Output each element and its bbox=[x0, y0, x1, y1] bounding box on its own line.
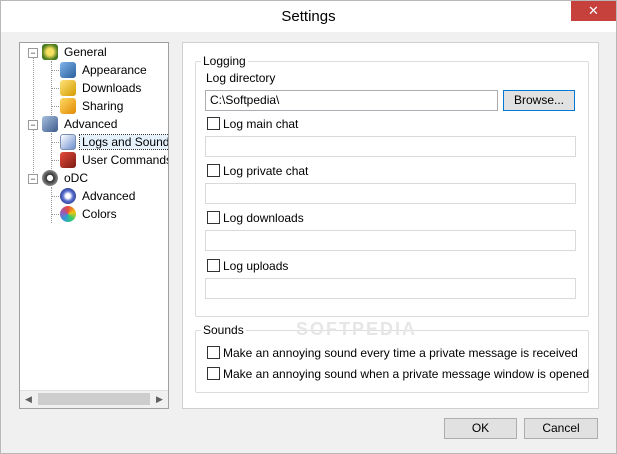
close-button[interactable]: ✕ bbox=[571, 1, 616, 21]
tree-item-downloads[interactable]: Downloads bbox=[60, 79, 143, 97]
colors-icon bbox=[60, 206, 76, 222]
log-main-chat-format-input[interactable] bbox=[205, 136, 576, 157]
tree-item-label: User Commands bbox=[82, 153, 169, 167]
user-commands-icon bbox=[60, 152, 76, 168]
sound-pm-window-checkbox[interactable] bbox=[207, 367, 220, 380]
log-directory-input[interactable]: C:\Softpedia\ bbox=[205, 90, 498, 111]
log-uploads-label: Log uploads bbox=[223, 259, 289, 273]
log-directory-label: Log directory bbox=[206, 71, 276, 85]
ok-button[interactable]: OK bbox=[444, 418, 517, 439]
sharing-icon bbox=[60, 98, 76, 114]
window-title: Settings bbox=[281, 8, 336, 25]
logging-legend: Logging bbox=[201, 54, 248, 68]
log-uploads-checkbox[interactable] bbox=[207, 259, 220, 272]
expander-odc[interactable]: − bbox=[28, 174, 38, 184]
scrollbar-thumb[interactable] bbox=[38, 393, 150, 405]
tree-item-advanced[interactable]: Advanced bbox=[42, 115, 119, 133]
tree-horizontal-scrollbar[interactable]: ◀ ▶ bbox=[20, 390, 168, 408]
scroll-left-icon[interactable]: ◀ bbox=[20, 391, 37, 408]
close-icon: ✕ bbox=[588, 3, 599, 18]
odc-icon bbox=[42, 170, 58, 186]
tree-item-label: Sharing bbox=[82, 99, 124, 113]
softpedia-watermark: SOFTPEDIA bbox=[296, 319, 418, 339]
tree-item-logs-and-sounds[interactable]: Logs and Sounds bbox=[60, 133, 168, 151]
scroll-right-icon[interactable]: ▶ bbox=[151, 391, 168, 408]
log-private-chat-format-input[interactable] bbox=[205, 183, 576, 204]
expander-advanced[interactable]: − bbox=[28, 120, 38, 130]
tree-item-colors[interactable]: Colors bbox=[60, 205, 119, 223]
log-downloads-checkbox[interactable] bbox=[207, 211, 220, 224]
tree-item-label: Appearance bbox=[82, 63, 147, 77]
log-downloads-format-input[interactable] bbox=[205, 230, 576, 251]
tree-item-label: Colors bbox=[82, 207, 117, 221]
appearance-icon bbox=[60, 62, 76, 78]
log-downloads-label: Log downloads bbox=[223, 211, 304, 225]
tree-item-general[interactable]: General bbox=[42, 43, 109, 61]
tree-item-label: Advanced bbox=[64, 117, 118, 131]
settings-tree[interactable]: − − − General Appearance Downloads Shari… bbox=[19, 42, 169, 409]
expander-general[interactable]: − bbox=[28, 48, 38, 58]
log-private-chat-label: Log private chat bbox=[223, 164, 309, 178]
logs-and-sounds-panel: Logging Log directory C:\Softpedia\ Brow… bbox=[182, 42, 599, 409]
tree-item-sharing[interactable]: Sharing bbox=[60, 97, 125, 115]
tree-item-appearance[interactable]: Appearance bbox=[60, 61, 149, 79]
log-main-chat-checkbox[interactable] bbox=[207, 117, 220, 130]
sounds-legend: Sounds bbox=[201, 323, 246, 337]
sound-pm-received-label: Make an annoying sound every time a priv… bbox=[223, 346, 578, 360]
tree-item-label: oDC bbox=[64, 171, 89, 185]
sound-pm-received-checkbox[interactable] bbox=[207, 346, 220, 359]
sound-pm-window-label: Make an annoying sound when a private me… bbox=[223, 367, 590, 381]
title-bar: Settings ✕ bbox=[1, 1, 616, 32]
tree-item-label: Advanced bbox=[82, 189, 136, 203]
tree-item-label: General bbox=[64, 45, 107, 59]
settings-window: Settings ✕ − − − General Appearance Down… bbox=[0, 0, 617, 454]
tree-item-label: Logs and Sounds bbox=[78, 134, 168, 150]
log-main-chat-label: Log main chat bbox=[223, 117, 299, 131]
tree-item-odc-advanced[interactable]: Advanced bbox=[60, 187, 137, 205]
cancel-button[interactable]: Cancel bbox=[524, 418, 598, 439]
logs-icon bbox=[60, 134, 76, 150]
tree-item-label: Downloads bbox=[82, 81, 142, 95]
log-uploads-format-input[interactable] bbox=[205, 278, 576, 299]
browse-button[interactable]: Browse... bbox=[503, 90, 575, 111]
general-icon bbox=[42, 44, 58, 60]
tree-item-user-commands[interactable]: User Commands bbox=[60, 151, 169, 169]
tree-item-odc[interactable]: oDC bbox=[42, 169, 90, 187]
advanced-icon bbox=[42, 116, 58, 132]
gear-icon bbox=[60, 188, 76, 204]
log-private-chat-checkbox[interactable] bbox=[207, 164, 220, 177]
downloads-icon bbox=[60, 80, 76, 96]
